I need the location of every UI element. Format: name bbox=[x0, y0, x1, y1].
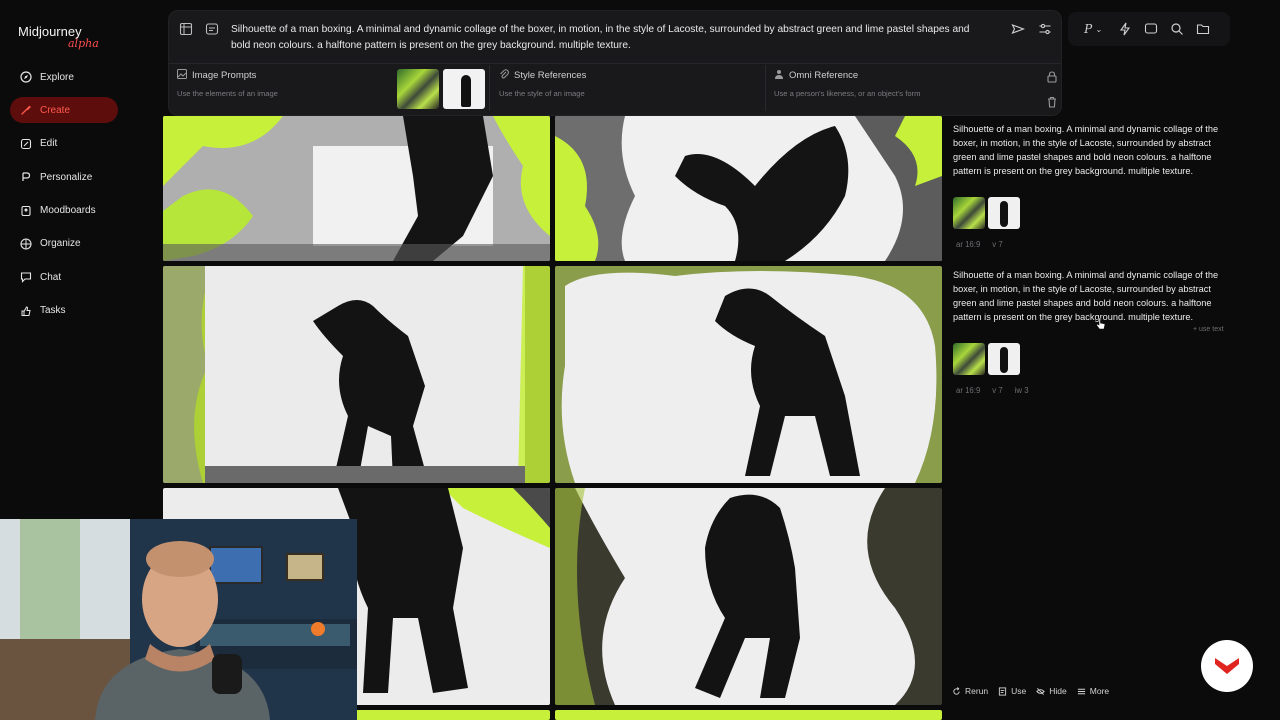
reference-thumbnail[interactable] bbox=[988, 197, 1020, 229]
job-parameters: ar 16:9 v 7 iw 3 bbox=[953, 384, 1032, 397]
job-description[interactable]: Silhouette of a man boxing. A minimal an… bbox=[953, 122, 1229, 178]
image-prompt-thumbnail[interactable] bbox=[397, 69, 439, 109]
lightning-icon[interactable] bbox=[1118, 22, 1132, 36]
job-reference-thumbnails bbox=[953, 343, 1020, 375]
chevron-down-icon: ⌄ bbox=[1095, 24, 1102, 34]
sidebar-item-label: Tasks bbox=[40, 305, 66, 317]
use-label: Use bbox=[1011, 686, 1027, 696]
sidebar-item-label: Explore bbox=[40, 71, 74, 83]
mouse-cursor-icon bbox=[1096, 318, 1106, 330]
hide-label: Hide bbox=[1049, 686, 1067, 696]
brand-icon bbox=[1215, 658, 1239, 674]
sidebar-item-chat[interactable]: Chat bbox=[10, 264, 118, 290]
eye-off-icon bbox=[1036, 687, 1046, 695]
image-add-icon[interactable] bbox=[179, 22, 193, 36]
more-label: More bbox=[1089, 686, 1110, 696]
parameter-tag[interactable]: iw 3 bbox=[1012, 384, 1032, 397]
compass-icon bbox=[20, 71, 32, 83]
settings-sliders-icon[interactable] bbox=[1038, 22, 1052, 36]
moodboard-icon bbox=[20, 205, 32, 217]
parameter-tag[interactable]: v 7 bbox=[989, 238, 1005, 251]
paperclip-icon bbox=[499, 69, 509, 82]
app-badge: alpha bbox=[68, 37, 99, 50]
job-description[interactable]: Silhouette of a man boxing. A minimal an… bbox=[953, 268, 1229, 324]
parameter-tag[interactable]: ar 16:9 bbox=[953, 238, 983, 251]
reference-thumbnail[interactable] bbox=[953, 197, 985, 229]
sidebar-nav: Explore Create Edit Personalize Moodboar… bbox=[10, 64, 118, 331]
person-icon bbox=[774, 69, 784, 82]
tasks-icon bbox=[20, 305, 32, 317]
personalize-label: P bbox=[1084, 22, 1093, 36]
image-prompts-title: Image Prompts bbox=[192, 70, 257, 81]
image-prompts-section[interactable]: Image Prompts Use the elements of an ima… bbox=[177, 69, 278, 113]
sidebar-item-tasks[interactable]: Tasks bbox=[10, 298, 118, 324]
image-prompts-subtitle: Use the elements of an image bbox=[177, 89, 278, 98]
floating-action-button[interactable] bbox=[1201, 640, 1253, 692]
search-icon[interactable] bbox=[1170, 22, 1184, 36]
brush-icon bbox=[20, 104, 32, 116]
style-references-section[interactable]: Style References Use the style of an ima… bbox=[499, 69, 586, 113]
use-button[interactable]: Use bbox=[998, 686, 1026, 696]
generated-image[interactable] bbox=[555, 710, 942, 720]
prompt-bar: Silhouette of a man boxing. A minimal an… bbox=[168, 10, 1062, 116]
prompt-input[interactable]: Silhouette of a man boxing. A minimal an… bbox=[231, 22, 991, 54]
image-prompt-thumbnail[interactable] bbox=[443, 69, 485, 109]
message-icon[interactable] bbox=[1144, 22, 1158, 36]
divider bbox=[489, 65, 490, 111]
lock-icon[interactable] bbox=[1045, 70, 1059, 84]
sidebar-item-explore[interactable]: Explore bbox=[10, 64, 118, 90]
send-icon[interactable] bbox=[1011, 22, 1026, 36]
style-references-subtitle: Use the style of an image bbox=[499, 89, 585, 98]
personalize-icon bbox=[20, 171, 32, 183]
sidebar-item-label: Organize bbox=[40, 238, 81, 250]
generated-image[interactable] bbox=[163, 266, 550, 483]
menu-icon bbox=[1077, 688, 1085, 694]
rerun-icon bbox=[953, 686, 960, 695]
more-button[interactable]: More bbox=[1077, 686, 1109, 696]
style-references-title: Style References bbox=[514, 70, 587, 81]
image-icon bbox=[177, 69, 187, 82]
sidebar-item-label: Create bbox=[40, 104, 71, 116]
rerun-label: Rerun bbox=[965, 686, 989, 696]
sidebar-item-create[interactable]: Create bbox=[10, 97, 118, 124]
chat-icon bbox=[20, 271, 32, 284]
document-icon bbox=[999, 686, 1007, 696]
generated-image[interactable] bbox=[163, 116, 550, 261]
use-text-link[interactable]: + use text bbox=[1193, 326, 1224, 333]
sidebar-item-moodboards[interactable]: Moodboards bbox=[10, 198, 118, 224]
omni-reference-section[interactable]: Omni Reference Use a person's likeness, … bbox=[774, 69, 920, 113]
app-logo[interactable]: Midjourney alpha bbox=[18, 24, 99, 50]
sidebar-item-label: Edit bbox=[40, 138, 58, 150]
reference-thumbnail[interactable] bbox=[988, 343, 1020, 375]
parameter-tag[interactable]: ar 16:9 bbox=[953, 384, 983, 397]
prompt-icon[interactable] bbox=[205, 22, 219, 36]
edit-icon bbox=[20, 138, 32, 150]
trash-icon[interactable] bbox=[1045, 95, 1059, 109]
folder-icon[interactable] bbox=[1196, 22, 1210, 36]
sidebar-item-label: Personalize bbox=[40, 171, 93, 183]
grid-icon bbox=[20, 238, 32, 250]
omni-reference-subtitle: Use a person's likeness, or an object's … bbox=[774, 89, 921, 98]
reference-thumbnail[interactable] bbox=[953, 343, 985, 375]
personalize-toggle[interactable]: P ⌄ bbox=[1080, 22, 1106, 36]
job-reference-thumbnails bbox=[953, 197, 1020, 229]
generated-image[interactable] bbox=[555, 266, 942, 483]
webcam-overlay bbox=[0, 519, 357, 720]
rerun-button[interactable]: Rerun bbox=[952, 686, 988, 696]
generated-image[interactable] bbox=[555, 116, 942, 261]
sidebar-item-label: Chat bbox=[40, 271, 62, 283]
divider bbox=[765, 65, 766, 111]
sidebar-item-personalize[interactable]: Personalize bbox=[10, 164, 118, 190]
job-actions: Rerun Use Hide More bbox=[952, 686, 1109, 696]
sidebar-item-label: Moodboards bbox=[40, 205, 96, 217]
divider bbox=[169, 63, 1061, 64]
top-toolbar: P ⌄ bbox=[1068, 12, 1230, 46]
generated-image[interactable] bbox=[555, 488, 942, 705]
job-parameters: ar 16:9 v 7 bbox=[953, 238, 1006, 251]
sidebar-item-edit[interactable]: Edit bbox=[10, 131, 118, 157]
hide-button[interactable]: Hide bbox=[1036, 686, 1067, 696]
parameter-tag[interactable]: v 7 bbox=[989, 384, 1005, 397]
omni-reference-title: Omni Reference bbox=[789, 70, 859, 81]
sidebar-item-organize[interactable]: Organize bbox=[10, 231, 118, 257]
